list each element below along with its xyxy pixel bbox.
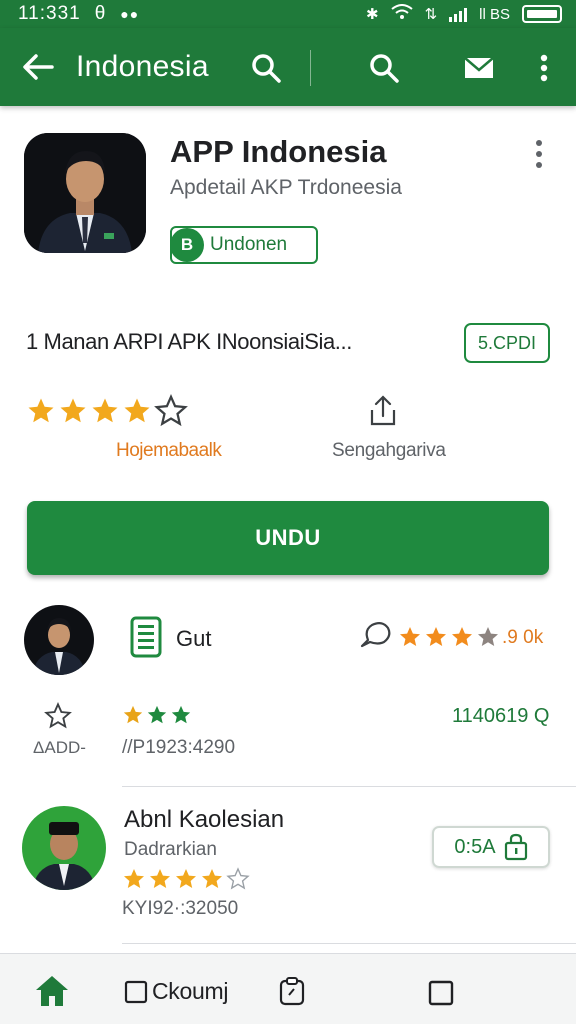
price-label: 0:5A (454, 835, 496, 858)
phone-app-icon (130, 616, 162, 663)
row-divider (122, 786, 576, 787)
star-outline-icon (44, 702, 72, 729)
battery-icon (522, 5, 562, 23)
overflow-menu-button[interactable] (534, 52, 554, 84)
size-badge: 5.CPDI (464, 323, 550, 363)
app-developer[interactable]: Apdetail AKP Trdoneesia (170, 176, 402, 200)
app-person-icon (24, 133, 146, 253)
app-more-icon[interactable] (536, 140, 542, 168)
app-icon (24, 133, 146, 253)
star-filled-icon (147, 705, 167, 724)
more-vert-icon (540, 54, 548, 82)
nav-item-3[interactable] (278, 976, 306, 1006)
star-filled-icon (176, 869, 196, 888)
status-time: 11:331 (18, 3, 81, 24)
avatar[interactable] (22, 806, 106, 890)
review-label: Gut (176, 626, 212, 651)
app-bar: Indonesia (0, 28, 576, 106)
nav-home[interactable] (34, 974, 70, 1008)
lock-icon (504, 833, 527, 861)
share-icon (370, 395, 396, 426)
star-filled-icon (124, 398, 150, 423)
back-button[interactable] (0, 53, 76, 81)
review-green-stars (122, 704, 192, 726)
data-icon: ⇅ (424, 6, 438, 23)
row-divider (122, 943, 576, 944)
mail-icon (464, 57, 494, 78)
rating-stars (26, 394, 188, 428)
status-bar: 11:331 θ ●● ✱ ⇅ ll ΒS (0, 0, 576, 28)
person-stars (122, 867, 250, 891)
star-outline-icon[interactable] (154, 394, 188, 428)
rating-label: Hojemabaalk (116, 440, 222, 461)
category-badge[interactable]: B Undonen (170, 226, 318, 264)
notification-icon: ●● (120, 6, 140, 22)
person-name[interactable]: Abnl Kaolesian (124, 806, 284, 834)
nav-item-4[interactable] (428, 980, 454, 1006)
price-button[interactable]: 0:5A (432, 826, 550, 868)
wifi-icon (390, 4, 413, 24)
install-button[interactable]: UNDU (27, 501, 549, 575)
star-filled-icon (426, 627, 446, 646)
review-rating-text: .9 0k (502, 627, 544, 648)
app-description: 1 Manan ARPI APK INoonsiaiSia... (26, 329, 352, 354)
clipboard-icon (279, 977, 305, 1006)
badge-label: Undonen (210, 234, 288, 255)
star-filled-icon (150, 869, 170, 888)
star-filled-icon (452, 627, 472, 646)
app-name: APP Indonesia (170, 134, 387, 169)
search-icon (252, 54, 281, 83)
star-filled-icon (123, 705, 143, 724)
mail-button[interactable] (462, 52, 496, 84)
badge-b-icon: B (170, 228, 204, 262)
chat-icon[interactable] (358, 620, 394, 655)
search-button-2[interactable] (366, 50, 402, 86)
signal-icon (449, 6, 468, 22)
star-half-icon (226, 867, 250, 890)
review-code: ΔADD- (33, 738, 86, 757)
person-date: ΚΥΙ92·:32050 (122, 898, 239, 919)
person-avatar-icon (22, 806, 106, 890)
status-extra: θ (94, 3, 107, 24)
favorite-button[interactable] (44, 702, 72, 735)
person-subtitle: Dadrarkian (124, 839, 217, 860)
star-filled-icon (92, 398, 118, 423)
app-bar-divider (310, 50, 311, 86)
review-count: 1140619 Q (452, 705, 550, 727)
back-arrow-icon (23, 54, 54, 80)
bluetooth-icon: ✱ (366, 6, 379, 23)
search-icon (370, 54, 399, 83)
bottom-navigation: Ckoumj (0, 953, 576, 1024)
square-icon (428, 980, 454, 1006)
nav-item-2[interactable]: Ckoumj (124, 978, 228, 1005)
avatar[interactable] (24, 605, 94, 675)
status-right-text: ll ΒS (479, 5, 510, 23)
star-filled-icon (28, 398, 54, 423)
star-filled-icon (400, 627, 420, 646)
square-icon (124, 980, 148, 1003)
share-label: Sengahgariva (332, 440, 446, 461)
star-filled-icon (202, 869, 222, 888)
app-bar-title: Indonesia (76, 50, 209, 83)
review-date: //P1923:4290 (122, 737, 236, 758)
review-stars (398, 625, 500, 649)
nav-item-2-label: Ckoumj (152, 978, 229, 1004)
search-button[interactable] (248, 50, 284, 86)
home-icon (36, 976, 68, 1006)
star-filled-icon (60, 398, 86, 423)
star-empty-icon (478, 627, 498, 646)
reviewer-avatar-icon (24, 605, 94, 675)
share-button[interactable] (368, 394, 398, 433)
star-filled-icon (124, 869, 144, 888)
star-filled-icon (171, 705, 191, 724)
